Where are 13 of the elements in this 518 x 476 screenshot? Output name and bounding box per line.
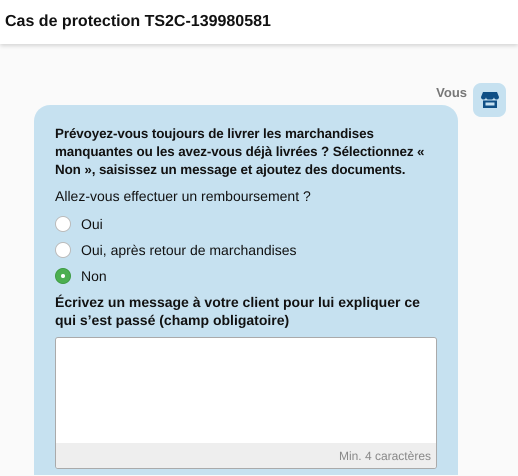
option-label[interactable]: Non xyxy=(81,268,107,284)
message-label: Écrivez un message à votre client pour lui expliquer ce qui s’est passé (champ obligatoire) xyxy=(55,293,421,329)
radio-button[interactable] xyxy=(55,242,71,258)
option-label[interactable]: Oui, après retour de marchandises xyxy=(81,242,297,258)
sender-name: Vous xyxy=(436,85,467,100)
option-label[interactable]: Oui xyxy=(81,216,103,232)
radio-button[interactable] xyxy=(55,216,71,232)
page-title: Cas de protection TS2C-139980581 xyxy=(5,13,271,31)
question-text: Allez-vous effectuer un remboursement ? xyxy=(55,187,312,205)
radio-button[interactable] xyxy=(55,268,71,284)
character-hint: Min. 4 caractères xyxy=(338,448,431,462)
prompt-text: Prévoyez-vous toujours de livrer les marchandises manquantes ou les avez-vous déjà livrées ? Sélectionnez « Non », saisissez un message et ajoutez des documents. xyxy=(55,125,426,179)
store-icon xyxy=(480,90,500,110)
